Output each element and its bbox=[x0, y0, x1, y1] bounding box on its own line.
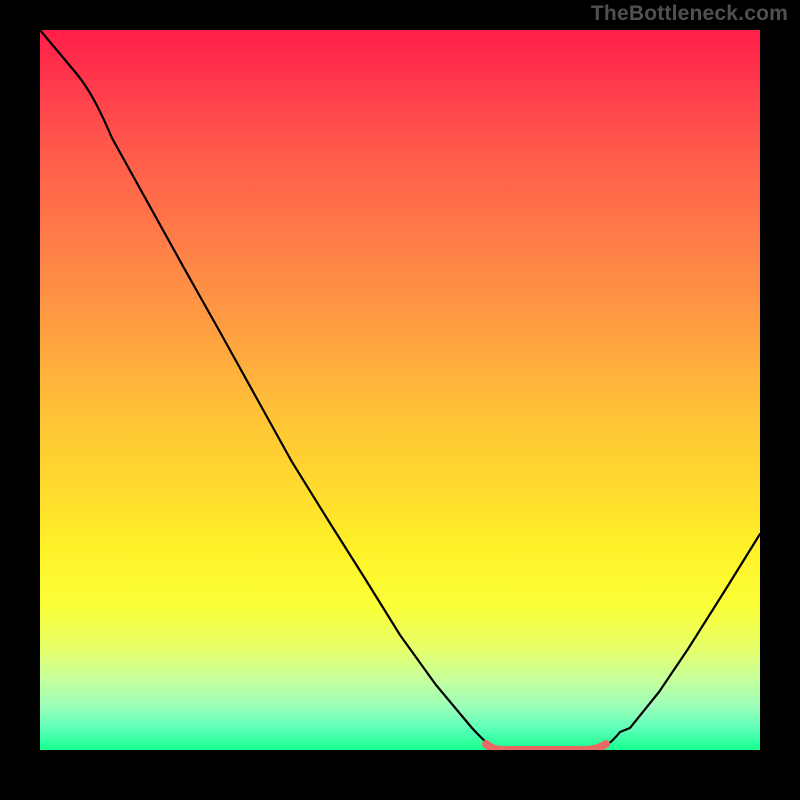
bottom-black-strip bbox=[40, 750, 760, 800]
chart-svg bbox=[40, 30, 760, 750]
bottleneck-curve bbox=[40, 30, 760, 750]
watermark-text: TheBottleneck.com bbox=[591, 2, 788, 26]
plot-area bbox=[40, 30, 760, 750]
chart-container: TheBottleneck.com bbox=[0, 0, 800, 800]
